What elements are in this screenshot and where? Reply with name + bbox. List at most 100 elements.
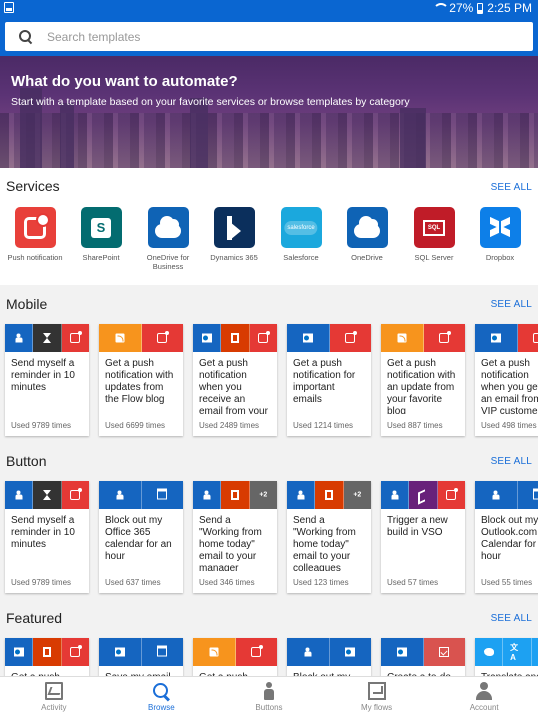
service-tile [147,207,189,248]
wifi-icon [433,3,450,13]
template-card[interactable]: Trigger a new build in VSO Used 57 times [381,481,465,593]
service-segment [5,638,34,666]
template-card[interactable]: Block out my Office 365 calendar for an … [99,481,183,593]
service-strip [5,638,89,666]
service-sql-server[interactable]: SQL SQL Server [401,207,467,262]
usage-count: Used 9789 times [11,578,72,587]
service-segment [235,638,277,666]
template-description: Trigger a new build in VSO [387,515,448,538]
button-see-all-link[interactable]: SEE ALL [491,456,532,467]
service-label: SQL Server [414,253,454,262]
nav-label: Account [469,703,499,712]
usage-count: Used 887 times [387,421,443,430]
service-push-notification[interactable]: Push notification [2,207,68,262]
push-notification-icon [439,331,452,343]
push-notification-icon [345,331,358,343]
battery-icon [477,2,484,14]
button-trigger-icon [304,647,312,657]
service-dropbox[interactable]: Dropbox [467,207,533,262]
service-segment [5,324,34,352]
service-segment [531,638,538,666]
nav-activity[interactable]: Activity [0,677,108,717]
nav-label: Activity [41,703,67,712]
template-description: Get a push notification with an update f… [387,358,456,414]
template-description: Block out my Office 365 calendar for an … [105,515,172,562]
service-segment [221,481,250,509]
outlook-icon [396,647,407,657]
service-segment [193,324,222,352]
template-card[interactable]: Send myself a reminder in 10 minutes Used… [5,481,89,593]
service-dynamics[interactable]: Dynamics 365 [201,207,267,262]
service-segment [193,481,222,509]
outlook-icon [13,647,24,657]
template-card[interactable]: Get a push notification for important em… [287,324,371,436]
service-strip [475,481,538,509]
service-label: Push notification [7,253,63,262]
buttons-icon [260,682,278,700]
usage-count: Used 57 times [387,578,439,587]
service-segment [193,638,236,666]
service-salesforce[interactable]: salesforce Salesforce [268,207,334,262]
office365-icon [324,490,333,500]
search-box[interactable] [5,22,533,51]
usage-count: Used 123 times [293,578,349,587]
nav-label: Browse [148,703,175,712]
nav-label: Buttons [255,703,283,712]
featured-see-all-link[interactable]: SEE ALL [491,613,532,624]
template-card[interactable]: Send myself a reminder in 10 minutes Used… [5,324,89,436]
push-notification-icon [24,212,50,239]
template-card[interactable]: Get a push notification with updates fro… [99,324,183,436]
service-tile [346,207,388,248]
template-card[interactable]: Get a push notification when you get an … [475,324,538,436]
skyline-building [190,98,208,168]
rss-icon [397,333,407,343]
office365-icon [230,333,239,343]
service-segment [517,324,538,352]
template-description: Get a push notification when you get an … [481,358,538,414]
service-strip [99,481,183,509]
nav-my-flows[interactable]: My flows [323,677,431,717]
nav-buttons[interactable]: Buttons [215,677,323,717]
template-description: Send myself a reminder in 10 minutes [11,515,75,550]
service-strip [381,481,465,509]
service-strip [5,324,89,352]
service-strip [287,324,371,352]
service-onedrive-business[interactable]: OneDrive for Business [135,207,201,271]
service-segment [99,638,142,666]
template-card[interactable]: Get a push notification when you receive… [193,324,277,436]
push-notification-icon [70,488,83,500]
search-input[interactable] [47,29,487,44]
template-card[interactable]: +2 Send a "Working from home today" email… [287,481,371,593]
template-card[interactable]: +2 Send a "Working from home today" email… [193,481,277,593]
service-onedrive[interactable]: OneDrive [334,207,400,262]
browse-icon [152,682,170,700]
hero-banner: What do you want to automate? Start with… [0,56,538,168]
button-trigger-icon [492,490,500,500]
service-tile [479,207,521,248]
service-strip [475,324,538,352]
service-segment [475,638,504,666]
nav-browse[interactable]: Browse [108,677,216,717]
template-card[interactable]: Get a push notification with an update f… [381,324,465,436]
outlook-icon [114,647,125,657]
onedrive-icon [354,215,380,238]
service-segment [437,481,465,509]
service-segment [99,481,142,509]
template-card[interactable]: Block out my Outlook.com Calendar for an… [475,481,538,593]
services-see-all-link[interactable]: SEE ALL [491,182,532,193]
push-notification-icon [446,488,459,500]
services-section: Services SEE ALL Push notification S Sha… [0,168,538,285]
service-strip: +2 [287,481,371,509]
service-segment [61,481,89,509]
template-description: Send myself a reminder in 10 minutes [11,358,75,393]
mobile-see-all-link[interactable]: SEE ALL [491,299,532,310]
office365-icon [42,647,51,657]
service-sharepoint[interactable]: S SharePoint [68,207,134,262]
hero-subtitle: Start with a template based on your favo… [11,96,410,108]
outlook-icon [302,333,313,343]
todo-icon [439,647,450,657]
template-description: Send a "Working from home today" email t… [293,515,356,571]
nav-account[interactable]: Account [430,677,538,717]
skyline-building [400,108,426,168]
service-segment [475,324,518,352]
